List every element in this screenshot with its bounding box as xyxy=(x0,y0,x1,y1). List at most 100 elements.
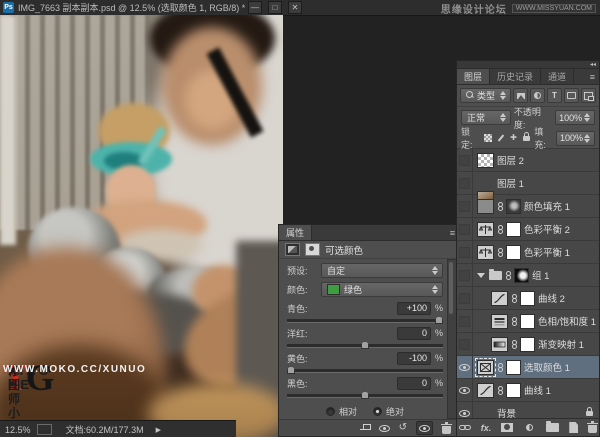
tab-properties[interactable]: 属性 xyxy=(279,225,313,240)
filter-pixel-layers-icon[interactable] xyxy=(513,88,528,103)
filter-shape-layers-icon[interactable] xyxy=(564,88,579,103)
layer-mask-thumbnail[interactable] xyxy=(506,221,521,237)
delete-adjustment-icon[interactable] xyxy=(441,421,452,434)
visibility-toggle-icon[interactable] xyxy=(416,421,433,435)
layer-style-icon[interactable]: fx. xyxy=(481,423,492,433)
status-menu-arrow[interactable]: ▶ xyxy=(156,426,161,434)
visibility-toggle[interactable] xyxy=(457,218,473,240)
selective-color-icon[interactable] xyxy=(475,357,496,377)
cyan-slider[interactable] xyxy=(287,316,443,324)
reset-icon[interactable]: ↺ xyxy=(399,423,407,433)
visibility-toggle[interactable] xyxy=(457,287,473,309)
color-balance-icon[interactable] xyxy=(477,221,494,237)
filter-adjustment-layers-icon[interactable] xyxy=(530,88,545,103)
link-layers-icon[interactable] xyxy=(458,425,471,430)
lock-position-icon[interactable]: ✚ xyxy=(508,133,518,144)
new-group-icon[interactable] xyxy=(546,421,560,432)
new-layer-icon[interactable] xyxy=(569,422,579,433)
visibility-toggle[interactable] xyxy=(457,241,473,263)
layer-thumbnail[interactable] xyxy=(477,152,494,168)
mask-link-icon[interactable] xyxy=(511,339,517,349)
layer-row[interactable]: 曲线 2 xyxy=(457,287,599,310)
visibility-toggle[interactable] xyxy=(457,264,473,286)
cyan-value-field[interactable]: +100 xyxy=(397,301,431,315)
blend-mode-dropdown[interactable]: 正常 xyxy=(461,110,511,125)
colors-dropdown[interactable]: 绿色 xyxy=(321,282,443,297)
mask-link-icon[interactable] xyxy=(511,316,517,326)
photo-canvas[interactable]: TG XIAO HE 修图师小贺 WWW.MOKO.CC/XUNUO 12.5%… xyxy=(0,15,283,437)
visibility-toggle[interactable] xyxy=(457,356,473,378)
yellow-slider[interactable] xyxy=(287,366,443,374)
layer-row[interactable]: 色相/饱和度 1 xyxy=(457,310,599,333)
mask-link-icon[interactable] xyxy=(511,293,517,303)
layer-mask-thumbnail[interactable] xyxy=(520,336,535,352)
black-value-field[interactable]: 0 xyxy=(397,376,431,390)
preset-dropdown[interactable]: 自定 xyxy=(321,263,443,278)
mask-target-icon[interactable] xyxy=(305,243,320,256)
maximize-button[interactable]: □ xyxy=(268,1,282,14)
mask-link-icon[interactable] xyxy=(497,224,503,234)
visibility-toggle[interactable] xyxy=(457,379,473,401)
lock-transparency-icon[interactable] xyxy=(483,133,493,144)
new-adjustment-layer-icon[interactable] xyxy=(523,421,536,434)
layer-row[interactable]: 渐变映射 1 xyxy=(457,333,599,356)
minimize-button[interactable]: — xyxy=(248,1,262,14)
lock-all-icon[interactable] xyxy=(521,131,531,144)
close-button[interactable]: ✕ xyxy=(288,1,302,14)
yellow-value-field[interactable]: -100 xyxy=(397,351,431,365)
layer-row[interactable]: 色彩平衡 2 xyxy=(457,218,599,241)
black-slider[interactable] xyxy=(287,391,443,399)
layer-row[interactable]: 颜色填充 1 xyxy=(457,195,599,218)
collapse-panels-icon[interactable]: ◂◂ xyxy=(590,62,596,68)
color-balance-icon[interactable] xyxy=(477,244,494,260)
layer-mask-thumbnail[interactable] xyxy=(506,359,521,375)
curves-icon[interactable] xyxy=(491,290,508,306)
relative-radio[interactable]: 相对 xyxy=(325,405,357,418)
lock-pixels-icon[interactable] xyxy=(496,133,506,144)
layer-mask-thumbnail[interactable] xyxy=(520,313,535,329)
mask-link-icon[interactable] xyxy=(497,362,503,372)
filter-type-dropdown[interactable]: 类型 xyxy=(460,88,511,103)
magenta-slider[interactable] xyxy=(287,341,443,349)
panel-menu-icon[interactable]: ≡ xyxy=(586,69,599,84)
mask-link-icon[interactable] xyxy=(497,247,503,257)
visibility-toggle[interactable] xyxy=(457,310,473,332)
gradient-map-icon[interactable] xyxy=(491,336,508,352)
curves-icon[interactable] xyxy=(477,382,494,398)
layer-mask-thumbnail[interactable] xyxy=(520,290,535,306)
hue-saturation-icon[interactable] xyxy=(491,313,508,329)
group-expand-icon[interactable] xyxy=(477,272,485,278)
layer-row-selected[interactable]: 选取颜色 1 xyxy=(457,356,599,379)
layer-row[interactable]: 色彩平衡 1 xyxy=(457,241,599,264)
layer-row[interactable]: 曲线 1 xyxy=(457,379,599,402)
mask-link-icon[interactable] xyxy=(505,270,511,280)
tab-layers[interactable]: 图层 xyxy=(457,69,491,84)
fill-layer-thumbnail[interactable] xyxy=(477,198,494,214)
fill-dropdown[interactable]: 100% xyxy=(555,130,595,146)
tab-history[interactable]: 历史记录 xyxy=(490,69,542,84)
zoom-level-field[interactable]: 12.5% xyxy=(5,425,31,435)
group-folder-icon[interactable] xyxy=(489,268,502,280)
slider-thumb[interactable] xyxy=(361,341,369,349)
add-mask-icon[interactable] xyxy=(501,423,514,432)
layer-mask-thumbnail[interactable] xyxy=(506,244,521,260)
visibility-toggle[interactable] xyxy=(457,149,473,171)
slider-thumb[interactable] xyxy=(287,366,295,374)
mask-link-icon[interactable] xyxy=(497,385,503,395)
absolute-radio[interactable]: 绝对 xyxy=(373,405,404,418)
layer-row[interactable]: 图层 1 xyxy=(457,172,599,206)
layer-row[interactable]: 图层 2 xyxy=(457,149,599,172)
group-mask-thumbnail[interactable] xyxy=(514,267,529,283)
filter-type-layers-icon[interactable]: T xyxy=(547,88,562,103)
layer-mask-thumbnail[interactable] xyxy=(506,198,521,214)
delete-layer-icon[interactable] xyxy=(587,421,599,433)
layer-row[interactable]: 组 1 xyxy=(457,264,599,287)
visibility-toggle[interactable] xyxy=(457,172,473,194)
clip-to-layer-icon[interactable] xyxy=(359,423,371,433)
opacity-dropdown[interactable]: 100% xyxy=(555,110,595,125)
magenta-value-field[interactable]: 0 xyxy=(397,326,431,340)
visibility-toggle[interactable] xyxy=(457,195,473,217)
slider-thumb[interactable] xyxy=(361,391,369,399)
mask-link-icon[interactable] xyxy=(497,201,503,211)
layer-mask-thumbnail[interactable] xyxy=(506,382,521,398)
